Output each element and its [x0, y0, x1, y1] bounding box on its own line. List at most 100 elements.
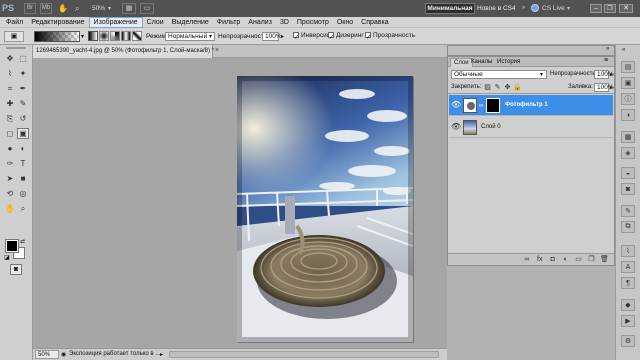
menu-item-9[interactable]: Окно — [333, 17, 357, 28]
workspace-new-cs4-button[interactable]: Новое в CS4 — [477, 5, 516, 12]
gradient-tool-icon[interactable]: ▣ — [17, 128, 29, 139]
menu-item-4[interactable]: Выделение — [168, 17, 213, 28]
clone-source-panel-icon[interactable]: ⧉ — [621, 221, 635, 233]
menu-item-0[interactable]: Файл — [2, 17, 27, 28]
eraser-tool-icon[interactable]: ◻ — [4, 128, 16, 139]
restore-icon[interactable]: ❐ — [604, 4, 616, 13]
layer-thumbnail[interactable] — [463, 120, 477, 135]
close-document-icon[interactable]: × — [215, 47, 219, 54]
hand-tool-icon[interactable]: ✋ — [4, 203, 16, 214]
transparency-checkbox[interactable]: ✓ Прозрачность — [365, 32, 415, 41]
hand-view-icon[interactable]: ✋ — [58, 4, 72, 13]
status-menu-icon[interactable]: ▸ — [160, 351, 163, 358]
new-layer-icon[interactable]: ❐ — [587, 255, 596, 263]
add-mask-icon[interactable]: ◘ — [548, 256, 557, 264]
paths-panel-icon[interactable]: ⌇ — [621, 245, 635, 257]
arrange-documents-icon[interactable]: ▦ — [122, 3, 136, 14]
gradient-dropdown-icon[interactable]: ▾ — [81, 33, 84, 40]
menu-item-8[interactable]: Просмотр — [293, 17, 333, 28]
visibility-eye-icon[interactable]: 👁 — [451, 100, 461, 109]
actions-panel-icon[interactable]: ⚙ — [621, 335, 635, 347]
brush-tool-icon[interactable]: ✎ — [17, 98, 29, 109]
gradient-tool-preset-icon[interactable]: ▣ — [4, 31, 24, 42]
zoom-tool-icon[interactable]: ⌕ — [17, 203, 29, 214]
status-zoom-field[interactable]: 50% — [35, 350, 59, 359]
document-canvas[interactable] — [33, 58, 447, 348]
mask-link-icon[interactable]: ∞ — [479, 103, 483, 109]
opacity-input[interactable]: 100% — [262, 32, 282, 41]
dither-checkbox[interactable]: ✓ Дизеринг — [328, 32, 364, 41]
3d-panel-icon[interactable]: ◆ — [621, 299, 635, 311]
new-group-icon[interactable]: ▭ — [574, 255, 583, 263]
minimize-icon[interactable]: – — [590, 4, 602, 13]
foreground-color-swatch[interactable] — [5, 239, 19, 253]
screen-mode-icon[interactable]: ▭ — [140, 3, 154, 14]
new-adjustment-layer-icon[interactable]: ◐ — [561, 256, 570, 264]
visibility-eye-icon[interactable]: 👁 — [451, 122, 461, 131]
swap-colors-icon[interactable]: ⇄ — [20, 238, 25, 245]
3d-rotate-tool-icon[interactable]: ⟲ — [4, 188, 16, 199]
color-panel-icon[interactable]: ◑ — [621, 109, 635, 121]
blur-tool-icon[interactable]: ● — [4, 143, 16, 154]
healing-brush-tool-icon[interactable]: ✚ — [4, 98, 16, 109]
pen-tool-icon[interactable]: ✑ — [4, 158, 16, 169]
cs-live-dropdown-icon[interactable]: ▾ — [567, 5, 570, 12]
quick-mask-icon[interactable]: ◙ — [10, 264, 22, 275]
workspace-more-icon[interactable]: » — [522, 5, 525, 11]
dodge-tool-icon[interactable]: ◐ — [17, 143, 29, 154]
type-tool-icon[interactable]: T — [17, 158, 29, 169]
layer-opacity-slider-icon[interactable]: ▸ — [610, 71, 613, 78]
shape-tool-icon[interactable]: ■ — [17, 173, 29, 184]
tab-history[interactable]: История — [494, 58, 523, 67]
document-tab[interactable]: 1269465390_yacht-4.jpg @ 50% (Фотофильтр… — [33, 45, 214, 58]
layer-row-photofilter[interactable]: 👁 ∞ Фотофильтр 1 — [449, 95, 613, 116]
yacht-photo[interactable] — [237, 76, 413, 342]
workspace-minimal-button[interactable]: Минимальная — [425, 3, 475, 14]
menu-item-2[interactable]: Изображение — [88, 17, 143, 28]
delete-layer-icon[interactable]: 🗑 — [600, 255, 609, 263]
quick-select-tool-icon[interactable]: ✦ — [17, 68, 29, 79]
horizontal-scrollbar[interactable] — [169, 351, 439, 358]
cs-live-icon[interactable] — [531, 4, 539, 12]
navigator-panel-icon[interactable]: ▣ — [621, 77, 635, 89]
lock-image-icon[interactable]: ✎ — [493, 83, 502, 91]
menu-item-7[interactable]: 3D — [276, 17, 293, 28]
styles-panel-icon[interactable]: ◈ — [621, 147, 635, 159]
3d-orbit-tool-icon[interactable]: ◎ — [17, 188, 29, 199]
zoom-view-icon[interactable]: ⌕ — [75, 4, 87, 13]
info-panel-icon[interactable]: ⓘ — [621, 93, 635, 105]
swatches-panel-icon[interactable]: ▦ — [621, 131, 635, 143]
inverse-checkbox[interactable]: ✓ Инверсия — [293, 32, 330, 41]
opacity-dropdown-icon[interactable]: ▸ — [281, 33, 284, 40]
layer-row-layer0[interactable]: 👁 Слой 0 — [449, 117, 613, 138]
toolbox-grip[interactable] — [6, 47, 26, 49]
lock-transparent-icon[interactable]: ▨ — [483, 83, 492, 91]
link-layers-icon[interactable]: ∞ — [522, 256, 531, 264]
menu-item-10[interactable]: Справка — [357, 17, 392, 28]
layer-opacity-input[interactable]: 100% — [594, 70, 614, 79]
adjustment-layer-icon[interactable] — [463, 98, 477, 113]
mode-select[interactable]: Нормальный — [165, 32, 215, 41]
clone-stamp-tool-icon[interactable]: ⎘ — [4, 113, 16, 124]
diamond-gradient-icon[interactable] — [132, 31, 142, 41]
default-colors-icon[interactable]: ◪ — [4, 254, 10, 261]
move-tool-icon[interactable]: ✥ — [4, 53, 16, 64]
blend-mode-select[interactable]: Обычные — [451, 70, 547, 79]
animation-panel-icon[interactable]: ▶ — [621, 315, 635, 327]
layer-name[interactable]: Фотофильтр 1 — [505, 102, 548, 108]
zoom-dropdown-icon[interactable]: ▾ — [108, 5, 111, 12]
layer-mask-thumbnail[interactable] — [486, 98, 500, 113]
eyedropper-tool-icon[interactable]: ✒ — [17, 83, 29, 94]
layer-name[interactable]: Слой 0 — [481, 124, 501, 130]
close-icon[interactable]: ✕ — [619, 4, 633, 13]
lasso-tool-icon[interactable]: ⌇ — [4, 68, 16, 79]
cs-live-button[interactable]: CS Live — [542, 5, 565, 12]
tab-channels[interactable]: Каналы — [468, 58, 495, 67]
expand-panels-icon[interactable]: « — [622, 47, 625, 53]
fill-input[interactable]: 100% — [594, 83, 614, 92]
menu-item-1[interactable]: Редактирование — [27, 17, 88, 28]
fill-slider-icon[interactable]: ▸ — [610, 84, 613, 91]
gradient-picker[interactable] — [34, 31, 80, 42]
brushes-panel-icon[interactable]: ✎ — [621, 205, 635, 217]
menu-item-6[interactable]: Анализ — [244, 17, 276, 28]
